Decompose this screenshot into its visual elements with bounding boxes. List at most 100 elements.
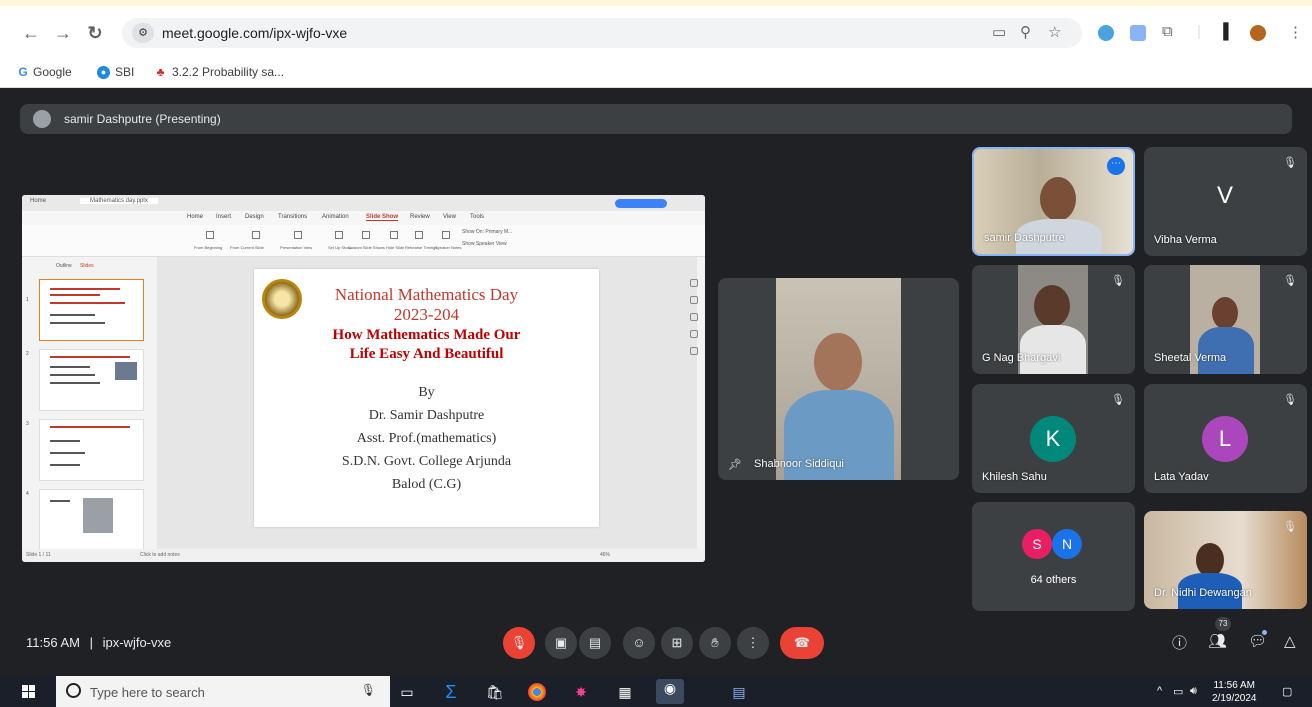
bookmark-probability[interactable]: ♣ 3.2.2 Probability sa... — [154, 64, 285, 79]
profile-avatar[interactable] — [1250, 25, 1266, 41]
slide-subtitle-line2: Life Easy And Beautiful — [349, 346, 504, 362]
slide-title: National Mathematics Day — [334, 285, 519, 304]
slide-number: 3 — [26, 421, 29, 427]
mic-off-icon: 🎙︎ — [1283, 275, 1297, 287]
camera-button[interactable]: ▣ — [545, 627, 577, 659]
ppt-menu-tools: Tools — [470, 214, 485, 220]
microphone-icon[interactable]: 🎙︎ — [361, 683, 376, 697]
calculator-icon[interactable]: ▦ — [616, 683, 634, 701]
participant-tile[interactable]: 🎙︎ L Lata Yadav — [1144, 384, 1307, 493]
ppt-menu-animation: Animation — [322, 214, 349, 220]
side-panel-icon[interactable]: ▐ — [1218, 23, 1229, 40]
ribbon-label: Hide Slide — [386, 245, 405, 250]
toolbar-divider: | — [1197, 23, 1201, 40]
chrome-icon[interactable] — [528, 683, 546, 701]
pin-icon[interactable]: 📌︎ — [728, 458, 742, 471]
others-count: 64 others — [1030, 574, 1077, 586]
slide-college: S.D.N. Govt. College Arjunda — [341, 454, 512, 469]
ribbon-icon — [335, 231, 343, 239]
browser-toolbar: ← → ↻ ⚙ meet.google.com/ipx-wjfo-vxe ▭ ⚲… — [0, 0, 1312, 56]
bookmark-sbi[interactable]: ● SBI — [97, 65, 134, 79]
ribbon-icon — [390, 231, 398, 239]
reload-icon[interactable]: ↻ — [84, 23, 106, 44]
mic-off-button[interactable]: 🎙︎ — [503, 627, 535, 659]
google-icon: G — [18, 64, 28, 79]
participant-tile[interactable]: ⋯ samir Dashputre — [972, 147, 1135, 256]
more-options-button[interactable]: ⋮ — [737, 627, 769, 659]
cortana-icon — [66, 683, 81, 698]
url-text[interactable]: meet.google.com/ipx-wjfo-vxe — [162, 25, 347, 41]
participant-tile-pinned[interactable]: 📌︎ Shabnoor Siddiqui — [718, 278, 959, 480]
forward-arrow-icon[interactable]: → — [52, 23, 74, 44]
bookmark-star-icon[interactable]: ☆ — [1048, 23, 1061, 41]
avatar: S — [1022, 529, 1052, 559]
notes-placeholder: Click to add notes — [140, 552, 180, 558]
tray-chevron-icon[interactable]: ^ — [1157, 685, 1162, 697]
notification-icon[interactable]: ▢ — [1282, 685, 1292, 698]
bookmarks-bar: G Google ● SBI ♣ 3.2.2 Probability sa... — [0, 56, 1312, 88]
extensions-puzzle-icon[interactable]: ⧉ — [1162, 23, 1173, 40]
participant-tile[interactable]: 🎙︎ V Vibha Verma — [1144, 147, 1307, 256]
participant-tile[interactable]: 🎙︎ G Nag Bhargavi — [972, 265, 1135, 374]
ribbon-icon — [206, 231, 214, 239]
slide-thumbnail — [39, 419, 144, 481]
ribbon-label: Speaker Notes — [435, 245, 462, 250]
participant-tile[interactable]: 🎙︎ K Khilesh Sahu — [972, 384, 1135, 493]
app-icon[interactable]: ✸ — [572, 683, 590, 701]
present-button[interactable]: ⊞ — [661, 627, 693, 659]
taskbar-clock[interactable]: 11:56 AM 2/19/2024 — [1212, 679, 1257, 705]
more-options-icon[interactable]: ⋯ — [1107, 157, 1125, 175]
cast-icon[interactable]: ▭ — [992, 23, 1006, 41]
ppt-side-tools — [690, 279, 702, 364]
sigma-app-icon[interactable]: Σ — [442, 683, 460, 701]
maple-leaf-icon: ♣ — [156, 64, 165, 79]
info-icon[interactable]: ⓘ — [1172, 632, 1187, 653]
end-call-button[interactable]: ☎︎ — [780, 627, 824, 659]
ppt-slide-thumbnails: Outline Slides 1 2 3 4 — [22, 257, 152, 551]
ppt-menu-view: View — [443, 214, 456, 220]
slide-subtitle-line1: How Mathematics Made Our — [332, 327, 521, 343]
taskbar-search[interactable]: Type here to search 🎙︎ — [56, 676, 390, 707]
zoom-icon[interactable]: ⚲ — [1020, 23, 1031, 41]
meeting-info: 11:56 AM | ipx-wjfo-vxe — [26, 635, 171, 650]
sbi-icon: ● — [97, 65, 110, 79]
menu-kebab-icon[interactable]: ⋮ — [1288, 23, 1303, 41]
participant-name: Vibha Verma — [1154, 234, 1217, 246]
activities-icon[interactable]: △ — [1284, 632, 1296, 650]
presenting-label: samir Dashputre (Presenting) — [64, 112, 221, 126]
captions-button[interactable]: ▤ — [579, 627, 611, 659]
site-info-icon[interactable]: ⚙ — [132, 23, 154, 43]
document-app-icon[interactable]: ▤ — [730, 683, 748, 701]
ribbon-label: Custom Slide Shows — [348, 245, 385, 250]
zoom-level: 46% — [600, 552, 611, 558]
slide-thumbnail — [39, 489, 144, 551]
raise-hand-button[interactable]: ✋︎ — [699, 627, 731, 659]
task-view-icon[interactable]: ▭ — [398, 683, 416, 701]
clock-date: 2/19/2024 — [1212, 693, 1257, 704]
participant-tile[interactable]: 🎙︎ Dr. Nidhi Dewangan — [1144, 511, 1307, 609]
slide-thumbnail — [39, 279, 144, 341]
docs-extension-icon[interactable] — [1130, 25, 1146, 41]
participant-name: Shabnoor Siddiqui — [754, 458, 844, 470]
people-icon[interactable]: 👥︎ — [1208, 632, 1227, 650]
mic-off-icon: 🎙︎ — [1283, 521, 1297, 533]
windows-start-icon[interactable] — [22, 685, 36, 699]
ppt-tab-home: Home — [30, 198, 47, 204]
show-speaker-view-checkbox: Show Speaker View — [462, 241, 507, 247]
chrome-active-icon[interactable]: ◉ — [656, 679, 684, 704]
ppt-menu-slideshow: Slide Show — [366, 214, 399, 221]
others-tile[interactable]: S N 64 others — [972, 502, 1135, 611]
participant-tile[interactable]: 🎙︎ Sheetal Verma — [1144, 265, 1307, 374]
store-icon[interactable]: 🛍︎ — [486, 683, 504, 701]
bookmark-google[interactable]: G Google — [18, 64, 71, 79]
back-arrow-icon[interactable]: ← — [20, 23, 42, 44]
network-icon[interactable]: ▭ — [1173, 685, 1183, 698]
volume-icon[interactable]: 🔊︎ — [1190, 685, 1197, 698]
avatar: N — [1052, 529, 1082, 559]
participant-name: Lata Yadav — [1154, 471, 1209, 483]
extension-icon[interactable] — [1098, 25, 1114, 41]
ribbon-label: Presentation View — [280, 245, 313, 250]
slide-location: Balod (C.G) — [391, 477, 462, 492]
address-bar[interactable]: ⚙ meet.google.com/ipx-wjfo-vxe — [122, 18, 1082, 48]
emoji-button[interactable]: ☺ — [623, 627, 655, 659]
